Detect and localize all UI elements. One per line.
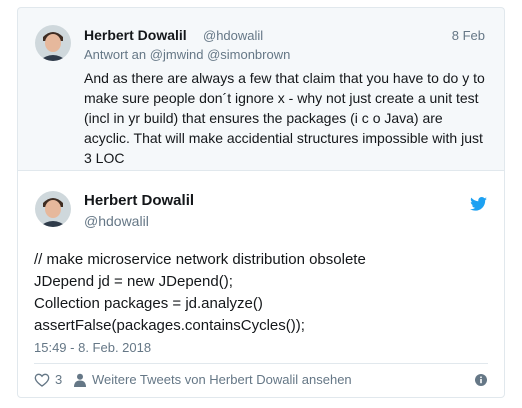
person-icon[interactable] bbox=[74, 373, 86, 387]
main-tweet: Herbert Dowalil @hdowalil // make micros… bbox=[17, 170, 505, 398]
tweet-date[interactable]: 8 Feb bbox=[452, 28, 485, 43]
author-handle[interactable]: @hdowalil bbox=[84, 213, 149, 229]
parent-tweet[interactable]: Herbert Dowalil @hdowalil 8 Feb Antwort … bbox=[17, 7, 505, 170]
author-name[interactable]: Herbert Dowalil bbox=[84, 192, 194, 209]
author-handle[interactable]: @hdowalil bbox=[203, 28, 263, 43]
divider bbox=[34, 363, 488, 364]
tweet-text-line: And as there are always a few that claim… bbox=[84, 70, 485, 86]
more-tweets-link[interactable]: Weitere Tweets von Herbert Dowalil anseh… bbox=[92, 372, 352, 387]
author-name[interactable]: Herbert Dowalil bbox=[84, 27, 187, 43]
tweet-timestamp[interactable]: 15:49 - 8. Feb. 2018 bbox=[34, 340, 151, 355]
mention-link[interactable]: @simonbrown bbox=[207, 47, 290, 62]
heart-icon[interactable] bbox=[34, 373, 50, 387]
tweet-text-line: Collection packages = jd.analyze() bbox=[34, 295, 263, 312]
info-icon[interactable] bbox=[475, 374, 487, 386]
tweet-text-line: make sure people don´t ignore x - why no… bbox=[84, 90, 479, 106]
tweet-text-line: 3 LOC bbox=[84, 150, 125, 166]
reply-prefix: Antwort an bbox=[84, 47, 147, 62]
avatar[interactable] bbox=[35, 25, 71, 61]
tweet-text-line: assertFalse(packages.containsCycles()); bbox=[34, 317, 305, 334]
tweet-text-line: // make microservice network distributio… bbox=[34, 251, 366, 268]
tweet-text-line: JDepend jd = new JDepend(); bbox=[34, 273, 233, 290]
tweet-text-line: acyclic. That will make accidential stru… bbox=[84, 130, 483, 146]
tweet-text: // make microservice network distributio… bbox=[34, 249, 366, 337]
like-count[interactable]: 3 bbox=[55, 372, 62, 387]
tweet-text-line: (incl in yr build) that ensures the pack… bbox=[84, 110, 443, 126]
reply-context: Antwort an @jmwind @simonbrown bbox=[84, 47, 290, 62]
tweet-text: And as there are always a few that claim… bbox=[84, 68, 509, 168]
twitter-bird-icon[interactable] bbox=[470, 197, 487, 211]
mention-link[interactable]: @jmwind bbox=[150, 47, 204, 62]
avatar[interactable] bbox=[35, 191, 71, 227]
